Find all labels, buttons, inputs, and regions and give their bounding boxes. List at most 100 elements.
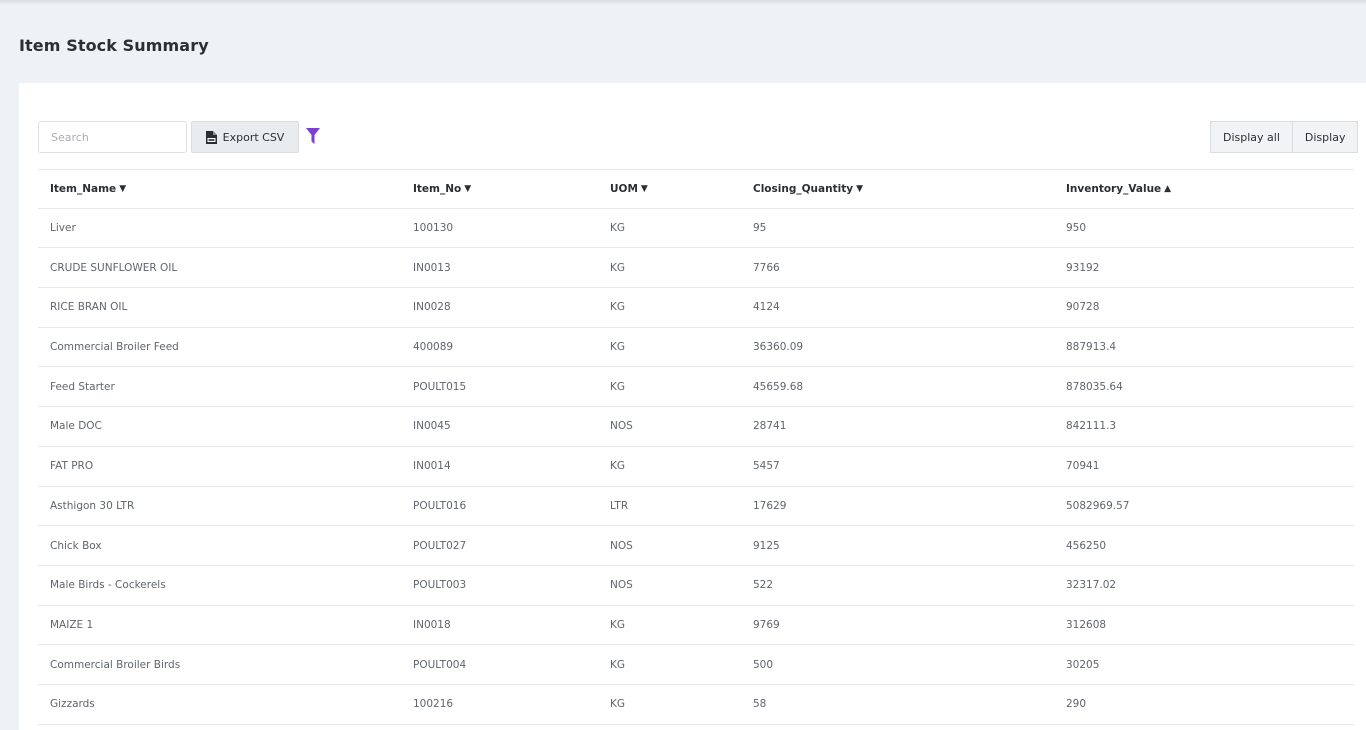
cell-uom: NOS: [610, 579, 633, 592]
cell-inventory-value: 842111.3: [1066, 420, 1117, 433]
table-row[interactable]: Commercial Broiler Feed 400089 KG 36360.09 8…: [38, 328, 1354, 368]
cell-item-name: Chick Box: [50, 539, 102, 552]
cell-item-name: Asthigon 30 LTR: [50, 499, 135, 512]
table-row[interactable]: FAT PRO IN0014 KG 5457 70941: [38, 447, 1354, 487]
table-header-row: Item_Name ▼ Item_No ▼ UOM ▼ Closing_Quantity ▼ I…: [38, 169, 1354, 209]
cell-item-no: 100216: [413, 698, 454, 711]
cell-uom: KG: [610, 341, 626, 354]
cell-item-no: 400089: [413, 341, 454, 354]
sort-icon[interactable]: ▼: [464, 184, 471, 194]
table-row[interactable]: Asthigon 30 LTR POULT016 LTR 17629 5082969.5…: [38, 487, 1354, 527]
cell-closing-quantity: 7766: [753, 261, 780, 274]
cell-inventory-value: 312608: [1066, 618, 1107, 631]
cell-closing-quantity: 36360.09: [753, 341, 804, 354]
table-row[interactable]: Male DOC IN0045 NOS 28741 842111.3: [38, 407, 1354, 447]
stock-table: Item_Name ▼ Item_No ▼ UOM ▼ Closing_Quantity ▼ I…: [38, 169, 1354, 725]
table-row[interactable]: MAIZE 1 IN0018 KG 9769 312608: [38, 606, 1354, 646]
cell-item-no: IN0013: [413, 261, 451, 274]
table-row[interactable]: Gizzards 100216 KG 58 290: [38, 685, 1354, 725]
column-header-label: UOM: [610, 182, 638, 195]
cell-item-no: POULT015: [413, 380, 467, 393]
export-csv-label: Export CSV: [222, 130, 285, 144]
cell-item-no: POULT003: [413, 579, 467, 592]
cell-closing-quantity: 500: [753, 658, 774, 671]
cell-item-name: Male DOC: [50, 420, 102, 433]
cell-uom: KG: [610, 380, 626, 393]
cell-item-no: POULT027: [413, 539, 467, 552]
cell-uom: LTR: [610, 499, 629, 512]
page-header: Item Stock Summary: [0, 5, 1366, 83]
cell-item-name: Commercial Broiler Feed: [50, 341, 179, 354]
cell-inventory-value: 456250: [1066, 539, 1107, 552]
csv-file-icon: [205, 130, 217, 144]
stock-summary-card: Export CSV Display all Display Item_Name…: [19, 83, 1366, 730]
column-header-inventory-value[interactable]: Inventory_Value ▲: [1066, 170, 1171, 208]
cell-closing-quantity: 28741: [753, 420, 787, 433]
table-row[interactable]: Male Birds - Cockerels POULT003 NOS 522 3231…: [38, 566, 1354, 606]
cell-inventory-value: 5082969.57: [1066, 499, 1130, 512]
cell-item-name: Male Birds - Cockerels: [50, 579, 166, 592]
cell-uom: NOS: [610, 539, 633, 552]
table-row[interactable]: RICE BRAN OIL IN0028 KG 4124 90728: [38, 288, 1354, 328]
cell-item-no: IN0045: [413, 420, 451, 433]
cell-item-no: 100130: [413, 222, 454, 235]
column-header-uom[interactable]: UOM ▼: [610, 170, 648, 208]
cell-item-name: Gizzards: [50, 698, 95, 711]
cell-uom: KG: [610, 222, 626, 235]
column-header-label: Item_No: [413, 182, 462, 195]
sort-icon[interactable]: ▼: [856, 184, 863, 194]
cell-item-no: IN0028: [413, 301, 451, 314]
cell-closing-quantity: 95: [753, 222, 767, 235]
table-body: Liver 100130 KG 95 950 CRUDE SUNFLOWER OIL IN0…: [38, 209, 1354, 725]
cell-uom: KG: [610, 460, 626, 473]
cell-closing-quantity: 5457: [753, 460, 780, 473]
column-header-label: Closing_Quantity: [753, 182, 854, 195]
cell-item-name: Commercial Broiler Birds: [50, 658, 181, 671]
column-header-label: Inventory_Value: [1066, 182, 1162, 195]
cell-closing-quantity: 522: [753, 579, 774, 592]
cell-closing-quantity: 9769: [753, 618, 780, 631]
table-row[interactable]: Liver 100130 KG 95 950: [38, 209, 1354, 249]
export-csv-button[interactable]: Export CSV: [191, 121, 299, 153]
display-button-group: Display all Display: [1210, 121, 1359, 153]
cell-item-name: CRUDE SUNFLOWER OIL: [50, 261, 178, 274]
cell-uom: KG: [610, 658, 626, 671]
column-header-item-no[interactable]: Item_No ▼: [413, 170, 471, 208]
cell-inventory-value: 290: [1066, 698, 1087, 711]
cell-item-name: MAIZE 1: [50, 618, 94, 631]
cell-item-name: Feed Starter: [50, 380, 115, 393]
cell-item-no: POULT004: [413, 658, 467, 671]
cell-closing-quantity: 58: [753, 698, 767, 711]
filter-icon[interactable]: [306, 128, 320, 144]
cell-closing-quantity: 45659.68: [753, 380, 804, 393]
cell-inventory-value: 30205: [1066, 658, 1100, 671]
table-row[interactable]: Chick Box POULT027 NOS 9125 456250: [38, 526, 1354, 566]
sort-icon[interactable]: ▼: [641, 184, 648, 194]
cell-inventory-value: 70941: [1066, 460, 1100, 473]
cell-item-no: IN0018: [413, 618, 451, 631]
display-all-button[interactable]: Display all: [1210, 121, 1293, 153]
cell-closing-quantity: 9125: [753, 539, 780, 552]
display-button[interactable]: Display: [1292, 121, 1359, 153]
column-header-item-name[interactable]: Item_Name ▼: [50, 170, 126, 208]
cell-inventory-value: 90728: [1066, 301, 1100, 314]
cell-inventory-value: 32317.02: [1066, 579, 1117, 592]
cell-inventory-value: 950: [1066, 222, 1087, 235]
cell-inventory-value: 878035.64: [1066, 380, 1123, 393]
table-row[interactable]: CRUDE SUNFLOWER OIL IN0013 KG 7766 93192: [38, 248, 1354, 289]
column-header-label: Item_Name: [50, 182, 117, 195]
cell-item-no: IN0014: [413, 460, 451, 473]
cell-uom: KG: [610, 301, 626, 314]
sort-icon[interactable]: ▲: [1164, 184, 1171, 194]
table-row[interactable]: Commercial Broiler Birds POULT004 KG 500 302…: [38, 645, 1354, 685]
table-row[interactable]: Feed Starter POULT015 KG 45659.68 878035.64: [38, 367, 1354, 408]
cell-uom: NOS: [610, 420, 633, 433]
cell-item-name: FAT PRO: [50, 460, 94, 473]
cell-uom: KG: [610, 698, 626, 711]
cell-closing-quantity: 4124: [753, 301, 780, 314]
column-header-closing-quantity[interactable]: Closing_Quantity ▼: [753, 170, 863, 208]
page-title: Item Stock Summary: [19, 36, 209, 55]
sort-icon[interactable]: ▼: [119, 184, 126, 194]
search-input[interactable]: [38, 121, 187, 153]
cell-uom: KG: [610, 618, 626, 631]
